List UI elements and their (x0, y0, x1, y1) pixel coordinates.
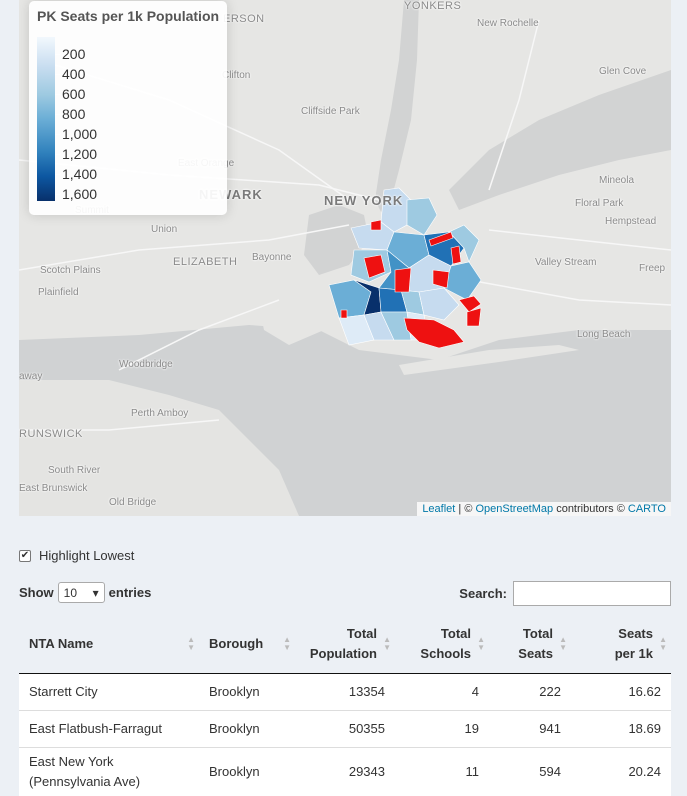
legend-label: 1,400 (62, 166, 98, 182)
legend-label: 400 (62, 66, 86, 82)
show-label: Show (19, 585, 54, 600)
cell-borough: Brooklyn (199, 709, 295, 747)
search-label: Search: (459, 586, 507, 601)
place-label: Union (151, 224, 178, 235)
chevron-down-icon: ▾ (92, 585, 99, 600)
highlight-checkbox[interactable]: ✔ (19, 549, 31, 562)
leaflet-link[interactable]: Leaflet (422, 503, 455, 515)
cell-total-population: 50355 (295, 709, 395, 747)
nta-table: NTA Name ▲ ▼ Borough ▲ ▼ Total Population ▲ ▼ T… (19, 615, 671, 796)
map-panel[interactable]: YONKERS New Rochelle Glen Cove ERSON Clifton… (19, 0, 671, 516)
col-total-seats[interactable]: Total Seats ▲ ▼ (489, 615, 571, 674)
col-seats-per-1k[interactable]: Seats per 1k ▲ ▼ (571, 615, 671, 674)
search-control: Search: (459, 581, 671, 606)
cell-total-schools: 19 (395, 709, 489, 747)
page-length-select[interactable]: 10 ▾ (57, 582, 105, 603)
map-legend: PK Seats per 1k Population 200 400 600 800 1… (29, 1, 227, 215)
cell-total-schools: 11 (395, 746, 489, 796)
place-label: RUNSWICK (19, 428, 83, 440)
sort-icon: ▲ ▼ (477, 634, 485, 652)
place-label: Plainfield (38, 287, 79, 298)
table-row[interactable]: East Flatbush-Farragut Brooklyn 50355 19… (19, 709, 671, 747)
attribution-contrib: contributors © (553, 503, 628, 515)
osm-link[interactable]: OpenStreetMap (475, 503, 553, 515)
cell-total-schools: 4 (395, 672, 489, 710)
col-total-population[interactable]: Total Population ▲ ▼ (295, 615, 395, 674)
col-nta-name[interactable]: NTA Name ▲ ▼ (19, 615, 199, 674)
col-total-schools[interactable]: Total Schools ▲ ▼ (395, 615, 489, 674)
cell-total-seats: 941 (489, 709, 571, 747)
cell-total-population: 29343 (295, 746, 395, 796)
cell-nta-name: East Flatbush-Farragut (19, 709, 199, 747)
place-label: Cliffside Park (301, 106, 360, 117)
col-borough[interactable]: Borough ▲ ▼ (199, 615, 295, 674)
highlight-lowest-toggle[interactable]: ✔ Highlight Lowest (19, 548, 134, 563)
legend-label: 1,200 (62, 146, 98, 162)
place-label: Hempstead (605, 216, 657, 227)
legend-label: 800 (62, 106, 86, 122)
place-label: East Brunswick (19, 483, 88, 494)
place-label: Scotch Plains (40, 265, 101, 276)
sort-icon: ▲ ▼ (559, 634, 567, 652)
legend-tick (55, 154, 61, 155)
carto-link[interactable]: CARTO (628, 503, 666, 515)
place-label: Bayonne (252, 252, 292, 263)
sort-icon: ▲ ▼ (659, 634, 667, 652)
cell-seats-per-1k: 18.69 (571, 709, 671, 747)
place-label: Valley Stream (535, 257, 597, 268)
page-length-control: Show 10 ▾ entries (19, 582, 151, 603)
legend-label: 1,000 (62, 126, 98, 142)
place-label: Freep (639, 263, 666, 274)
place-label: Floral Park (575, 198, 624, 209)
legend-title: PK Seats per 1k Population (37, 8, 220, 24)
legend-tick (55, 134, 61, 135)
place-label: YONKERS (404, 0, 462, 12)
cell-nta-name: East New York (Pennsylvania Ave) (19, 746, 199, 796)
cell-total-seats: 594 (489, 746, 571, 796)
place-label: NEW YORK (324, 193, 404, 208)
legend-label: 1,600 (62, 186, 98, 202)
legend-tick (55, 54, 61, 55)
legend-label: 600 (62, 86, 86, 102)
place-label: Old Bridge (109, 497, 157, 508)
place-label: ELIZABETH (173, 256, 238, 268)
legend-tick (55, 194, 61, 195)
place-label: Long Beach (577, 329, 631, 340)
place-label: South River (48, 465, 101, 476)
legend-tick (55, 74, 61, 75)
cell-borough: Brooklyn (199, 746, 295, 796)
page-length-value: 10 (63, 585, 78, 600)
cell-nta-name: Starrett City (19, 672, 199, 710)
table-row[interactable]: East New York (Pennsylvania Ave) Brooklyn… (19, 746, 671, 796)
legend-tick (55, 174, 61, 175)
search-input[interactable] (513, 581, 671, 606)
legend-tick (55, 94, 61, 95)
entries-label: entries (108, 585, 152, 600)
place-label: ERSON (223, 13, 265, 25)
cell-seats-per-1k: 20.24 (571, 746, 671, 796)
highlight-label: Highlight Lowest (39, 548, 135, 563)
legend-color-bar (37, 37, 55, 201)
cell-total-seats: 222 (489, 672, 571, 710)
legend-label: 200 (62, 46, 86, 62)
cell-seats-per-1k: 16.62 (571, 672, 671, 710)
legend-tick (55, 114, 61, 115)
sort-icon: ▲ ▼ (283, 634, 291, 652)
place-label: New Rochelle (477, 18, 539, 29)
cell-borough: Brooklyn (199, 672, 295, 710)
place-label: Perth Amboy (131, 408, 189, 419)
table-header-row: NTA Name ▲ ▼ Borough ▲ ▼ Total Population ▲ ▼ T… (19, 615, 671, 674)
map-attribution: Leaflet | © OpenStreetMap contributors ©… (417, 502, 671, 516)
attribution-separator: | © (455, 503, 476, 515)
place-label: Glen Cove (599, 66, 647, 77)
sort-icon: ▲ ▼ (187, 634, 195, 652)
table-row[interactable]: Starrett City Brooklyn 13354 4 222 16.62 (19, 672, 671, 710)
sort-icon: ▲ ▼ (383, 634, 391, 652)
place-label: away (19, 371, 43, 382)
cell-total-population: 13354 (295, 672, 395, 710)
place-label: Mineola (599, 175, 635, 186)
place-label: Woodbridge (119, 359, 173, 370)
